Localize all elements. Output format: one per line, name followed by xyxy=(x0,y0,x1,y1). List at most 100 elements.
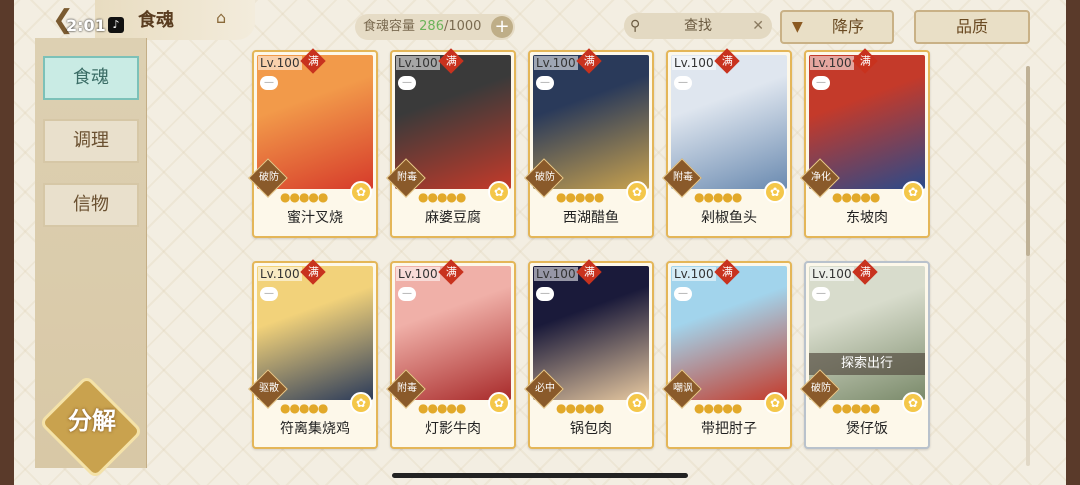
decompose-label: 分解 xyxy=(68,407,116,435)
character-name: 蜜汁叉烧 xyxy=(287,210,343,226)
lock-icon[interactable]: — xyxy=(812,287,830,301)
level-label: Lv.100 xyxy=(534,267,578,281)
lock-icon[interactable]: — xyxy=(536,76,554,90)
tab-food-soul[interactable]: 食魂 xyxy=(43,56,139,100)
food-soul-card[interactable]: Lv.100 满 — 破防 ●●●●● ✿ 蜜汁叉烧 xyxy=(248,48,378,238)
full-badge-text: 满 xyxy=(445,54,457,67)
lock-icon[interactable]: — xyxy=(674,76,692,90)
star-rating: ●●●●● xyxy=(556,401,604,415)
role-tag-label: 附毒 xyxy=(397,383,417,394)
role-tag-label: 附毒 xyxy=(397,172,417,183)
tiktok-icon: ♪ xyxy=(108,17,124,33)
role-tag-label: 破防 xyxy=(535,172,555,183)
food-soul-card[interactable]: Lv.100 满 — 必中 ●●●●● ✿ 锅包肉 xyxy=(524,259,654,449)
full-badge-text: 满 xyxy=(721,54,733,67)
full-badge-text: 满 xyxy=(859,265,871,278)
full-badge-text: 满 xyxy=(583,54,595,67)
full-badge-text: 满 xyxy=(721,265,733,278)
flower-icon: ✿ xyxy=(350,392,372,414)
tab-cooking[interactable]: 调理 xyxy=(43,119,139,163)
character-name: 带把肘子 xyxy=(701,421,757,437)
flower-icon: ✿ xyxy=(902,392,924,414)
food-soul-card[interactable]: Lv.100 满 — 探索出行 破防 ●●●●● ✿ 煲仔饭 xyxy=(800,259,930,449)
lock-icon[interactable]: — xyxy=(398,287,416,301)
star-rating: ●●●●● xyxy=(418,401,466,415)
level-label: Lv.100 xyxy=(810,56,854,70)
capacity-label: 食魂容量 xyxy=(363,19,416,34)
flower-icon: ✿ xyxy=(488,181,510,203)
left-frame xyxy=(0,0,14,485)
level-label: Lv.100 xyxy=(258,267,302,281)
sort-button[interactable]: ▼ 降序 xyxy=(780,10,894,44)
full-badge-text: 满 xyxy=(583,265,595,278)
close-icon[interactable]: ✕ xyxy=(752,13,764,39)
star-rating: ●●●●● xyxy=(280,190,328,204)
character-name: 麻婆豆腐 xyxy=(425,210,481,226)
star-rating: ●●●●● xyxy=(694,401,742,415)
food-soul-card[interactable]: Lv.100 满 — 嘲讽 ●●●●● ✿ 带把肘子 xyxy=(662,259,792,449)
search-placeholder: 查找 xyxy=(684,18,712,34)
capacity-total: /1000 xyxy=(443,19,482,34)
search-input[interactable]: ⚲ 查找 ✕ xyxy=(624,13,772,39)
star-rating: ●●●●● xyxy=(280,401,328,415)
character-name: 符离集烧鸡 xyxy=(280,421,350,437)
food-soul-card[interactable]: Lv.100 满 — 附毒 ●●●●● ✿ 灯影牛肉 xyxy=(386,259,516,449)
food-soul-card[interactable]: Lv.100 满 — 驱散 ●●●●● ✿ 符离集烧鸡 xyxy=(248,259,378,449)
right-frame xyxy=(1066,0,1080,485)
character-name: 灯影牛肉 xyxy=(425,421,481,437)
role-tag-label: 必中 xyxy=(535,383,555,394)
food-soul-card[interactable]: Lv.100 满 — 破防 ●●●●● ✿ 西湖醋鱼 xyxy=(524,48,654,238)
role-tag-label: 驱散 xyxy=(259,383,279,394)
lock-icon[interactable]: — xyxy=(674,287,692,301)
character-name: 剁椒鱼头 xyxy=(701,210,757,226)
level-label: Lv.100 xyxy=(396,56,440,70)
filter-button[interactable]: 品质 xyxy=(914,10,1030,44)
level-label: Lv.100 xyxy=(810,267,854,281)
explore-status-banner: 探索出行 xyxy=(809,353,925,375)
star-rating: ●●●●● xyxy=(832,401,880,415)
hat-icon: ⌂ xyxy=(216,8,227,27)
star-rating: ●●●●● xyxy=(694,190,742,204)
sort-label: 降序 xyxy=(831,17,864,36)
capacity-display: 食魂容量 286/1000 + xyxy=(355,14,515,40)
home-indicator xyxy=(392,473,688,478)
lock-icon[interactable]: — xyxy=(536,287,554,301)
lock-icon[interactable]: — xyxy=(398,76,416,90)
capacity-add-button[interactable]: + xyxy=(491,16,513,38)
lock-icon[interactable]: — xyxy=(812,76,830,90)
full-badge-text: 满 xyxy=(445,265,457,278)
food-soul-card[interactable]: Lv.100 满 — 附毒 ●●●●● ✿ 剁椒鱼头 xyxy=(662,48,792,238)
lock-icon[interactable]: — xyxy=(260,76,278,90)
chevron-down-icon: ▼ xyxy=(792,19,803,35)
scrollbar-thumb[interactable] xyxy=(1026,66,1030,256)
level-label: Lv.100 xyxy=(534,56,578,70)
flower-icon: ✿ xyxy=(626,181,648,203)
filter-label: 品质 xyxy=(955,17,988,36)
level-label: Lv.100 xyxy=(672,267,716,281)
full-badge-text: 满 xyxy=(307,265,319,278)
flower-icon: ✿ xyxy=(764,181,786,203)
capacity-current: 286 xyxy=(419,19,444,34)
search-icon: ⚲ xyxy=(630,18,641,34)
character-name: 锅包肉 xyxy=(570,421,612,437)
character-name: 西湖醋鱼 xyxy=(563,210,619,226)
star-rating: ●●●●● xyxy=(556,190,604,204)
flower-icon: ✿ xyxy=(626,392,648,414)
food-soul-card[interactable]: Lv.100 满 — 附毒 ●●●●● ✿ 麻婆豆腐 xyxy=(386,48,516,238)
role-tag-label: 破防 xyxy=(811,383,831,394)
flower-icon: ✿ xyxy=(902,181,924,203)
food-soul-card[interactable]: Lv.100 满 — 净化 ●●●●● ✿ 东坡肉 xyxy=(800,48,930,238)
status-time: 2:01 xyxy=(66,16,106,35)
star-rating: ●●●●● xyxy=(832,190,880,204)
role-tag-label: 净化 xyxy=(811,172,831,183)
flower-icon: ✿ xyxy=(488,392,510,414)
flower-icon: ✿ xyxy=(350,181,372,203)
role-tag-label: 嘲讽 xyxy=(673,383,693,394)
tab-token[interactable]: 信物 xyxy=(43,183,139,227)
character-name: 东坡肉 xyxy=(846,210,888,226)
lock-icon[interactable]: — xyxy=(260,287,278,301)
level-label: Lv.100 xyxy=(672,56,716,70)
page-title: 食魂 xyxy=(138,10,174,31)
flower-icon: ✿ xyxy=(764,392,786,414)
full-badge-text: 满 xyxy=(307,54,319,67)
